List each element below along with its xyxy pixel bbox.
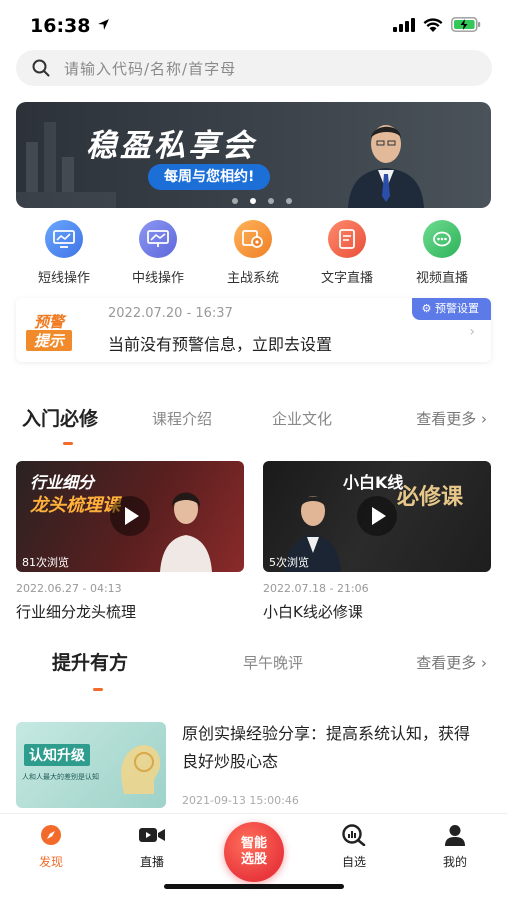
pagination-dot-active[interactable] [250,198,256,204]
tab-label: 自选 [341,855,366,869]
tab-label: 直播 [139,855,164,869]
article-thumbnail: 认知升级 人和人最大的差别是认知 [16,722,166,808]
video-title: 行业细分龙头梳理 [16,603,137,621]
monitor-trend-icon [139,220,177,258]
video-camera-icon [122,824,182,846]
promo-banner[interactable]: 稳盈私享会 每周与您相约! [16,102,491,208]
video-date: 2022.06.27 - 04:13 [16,582,122,595]
thumb-title: 小白K线 [343,473,404,492]
view-count: 81次浏览 [22,556,69,569]
chevron-right-icon: › [481,654,487,672]
status-time: 16:38 [30,15,110,37]
tab-label: 发现 [38,855,63,869]
tab-watchlist[interactable]: 自选 [324,824,384,870]
user-icon [425,824,485,846]
chevron-right-icon: › [481,410,487,428]
gear-chart-icon [234,220,272,258]
tab-active-indicator [93,688,103,691]
quick-menu-label: 主战系统 [226,271,279,286]
pagination-dot[interactable] [268,198,274,204]
video-title: 小白K线必修课 [263,603,363,621]
tab-improve[interactable]: 提升有方 [52,648,128,675]
section1-tabs: 入门必修 课程介绍 企业文化 查看更多 › [0,404,507,445]
tab-mine[interactable]: 我的 [425,824,485,870]
tab-label: 我的 [442,855,467,869]
alert-time: 2022.07.20 - 16:37 [108,306,233,321]
alert-logo-top: 预警 [34,313,65,331]
more-label: 查看更多 [416,410,477,428]
search-chart-icon [324,824,384,846]
location-arrow-icon [98,19,110,30]
alert-settings-label: 预警设置 [435,302,479,315]
monitor-chart-icon [45,220,83,258]
tab-course-intro[interactable]: 课程介绍 [152,408,212,429]
search-placeholder: 请输入代码/名称/首字母 [64,59,237,78]
smart-pick-button[interactable]: 智能 选股 [224,822,284,882]
headset-chat-icon [423,220,461,258]
play-icon[interactable] [357,496,397,536]
tab-live[interactable]: 直播 [122,824,182,870]
article-item[interactable]: 认知升级 人和人最大的差别是认知 原创实操经验分享：提高系统认知，获得良好炒股心… [16,720,491,812]
video-thumbnail: 小白K线 必修课 5次浏览 [263,461,491,572]
alert-logo-bottom: 提示 [26,330,73,351]
tab-discover[interactable]: 发现 [21,824,81,870]
quick-menu-short-term[interactable]: 短线操作 [19,220,109,286]
article-title: 原创实操经验分享：提高系统认知，获得良好炒股心态 [182,724,471,771]
tab-beginner[interactable]: 入门必修 [22,404,98,431]
thumb-subtitle: 龙头梳理课 [30,495,120,516]
chevron-right-icon: › [469,324,475,340]
battery-charging-icon [451,17,481,32]
head-silhouette-icon [121,745,161,794]
quick-menu-text-live[interactable]: 文字直播 [302,220,392,286]
alert-message: 当前没有预警信息，立即去设置 [108,335,333,354]
pagination-dot[interactable] [232,198,238,204]
video-card[interactable]: 行业细分 龙头梳理课 81次浏览 2022.06.27 - 04:13 行业细分… [16,461,244,622]
alert-logo: 预警 提示 [26,311,90,351]
article-thumb-title: 认知升级 [24,744,90,766]
thumb-subtitle: 必修课 [397,485,464,510]
section2-tabs: 提升有方 早午晚评 查看更多 › [0,648,507,691]
compass-icon [21,824,81,846]
article-thumb-caption: 人和人最大的差别是认知 [22,773,99,781]
signal-icon [393,17,415,32]
presenter-photo [348,125,424,208]
status-bar: 16:38 [0,0,507,50]
quick-menu-video-live[interactable]: 视频直播 [397,220,487,286]
banner-title: 稳盈私享会 [86,128,256,164]
view-count: 5次浏览 [269,556,309,569]
video-thumbnail: 行业细分 龙头梳理课 81次浏览 [16,461,244,572]
section1-more-link[interactable]: 查看更多 › [416,408,487,429]
alert-card[interactable]: 预警 提示 2022.07.20 - 16:37 当前没有预警信息，立即去设置 … [16,298,491,362]
banner-subtitle: 每周与您相约! [148,164,271,190]
quick-menu-label: 中线操作 [131,271,184,286]
tab-active-indicator [63,442,73,445]
more-label: 查看更多 [416,654,477,672]
search-icon [32,59,50,77]
quick-menu-main-system[interactable]: 主战系统 [208,220,298,286]
banner-pagination [232,198,292,204]
document-icon [328,220,366,258]
video-card[interactable]: 小白K线 必修课 5次浏览 2022.07.18 - 21:06 小白K线必修课 [263,461,491,622]
video-date: 2022.07.18 - 21:06 [263,582,369,595]
quick-menu-label: 文字直播 [320,271,373,286]
search-input[interactable]: 请输入代码/名称/首字母 [16,50,492,86]
play-icon[interactable] [110,496,150,536]
section2-more-link[interactable]: 查看更多 › [416,652,487,673]
article-date: 2021-09-13 15:00:46 [182,794,299,807]
quick-menu-mid-term[interactable]: 中线操作 [113,220,203,286]
wifi-icon [423,17,443,32]
gear-icon: ⚙ [421,302,432,315]
presenter-photo [160,492,212,572]
home-indicator [164,884,344,889]
pagination-dot[interactable] [286,198,292,204]
tab-company-culture[interactable]: 企业文化 [272,408,332,429]
quick-menu: 短线操作 中线操作 主战系统 文字直播 视频直播 [0,220,507,286]
quick-menu-label: 视频直播 [415,271,468,286]
thumb-title: 行业细分 [30,473,95,492]
quick-menu-label: 短线操作 [37,271,90,286]
alert-settings-button[interactable]: ⚙ 预警设置 [411,298,491,320]
tab-daily-review[interactable]: 早午晚评 [243,652,303,673]
